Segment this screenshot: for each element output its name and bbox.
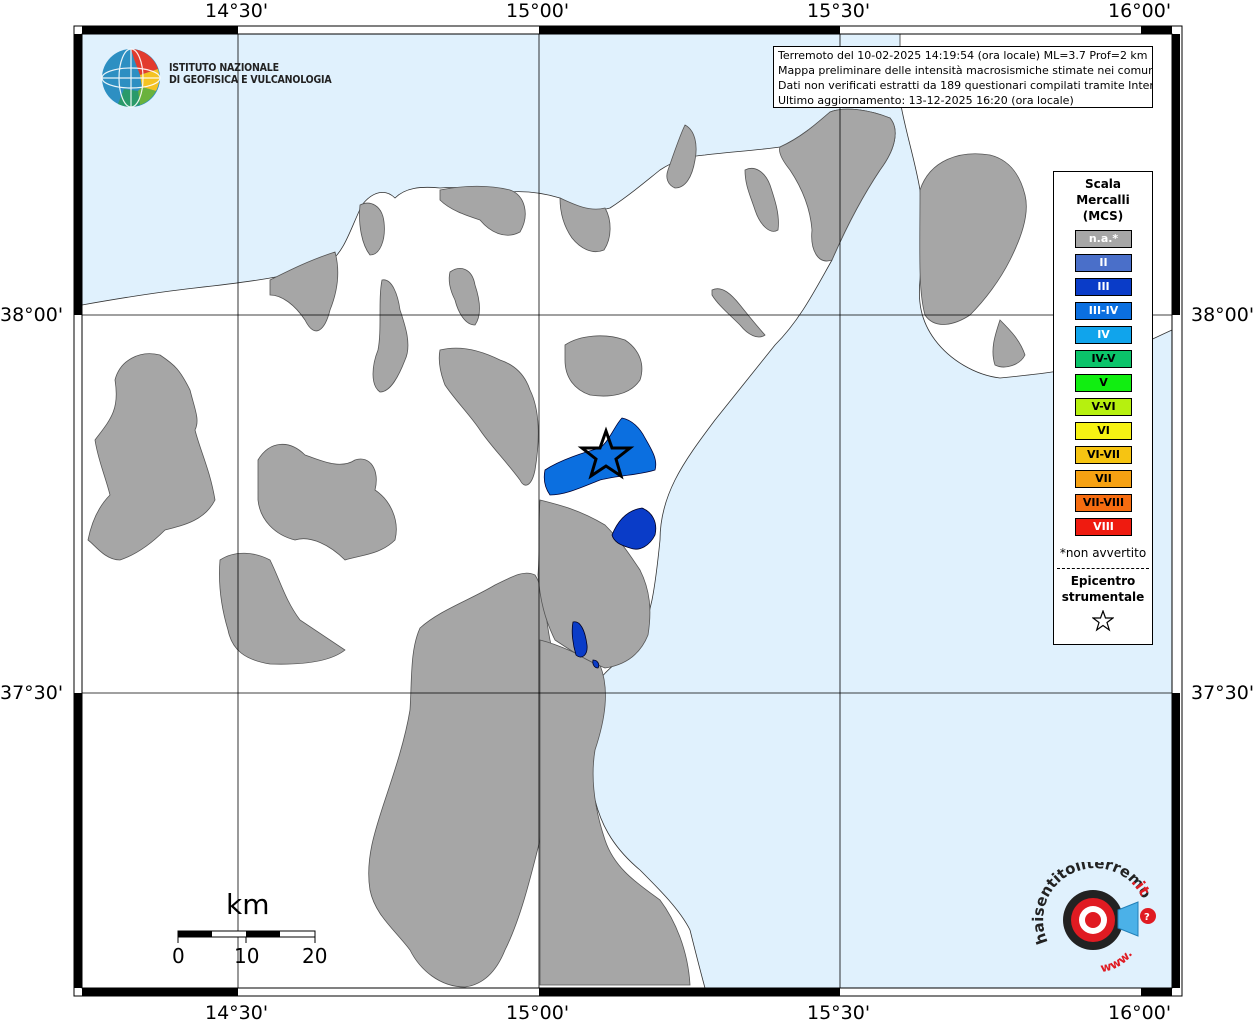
legend-note: *non avvertito — [1059, 546, 1147, 560]
lat-label-right-2: 37°30' — [1191, 682, 1255, 704]
earthquake-info-box: Terremoto del 10-02-2025 14:19:54 (ora l… — [773, 46, 1153, 108]
lon-label-top-1: 14°30' — [205, 0, 269, 22]
legend-swatch-vii: VII — [1075, 470, 1132, 488]
legend-swatch-iv-v: IV-V — [1075, 350, 1132, 368]
svg-text:?: ? — [1144, 912, 1150, 923]
legend-swatch-n-a-: n.a.* — [1075, 230, 1132, 248]
star-icon — [1092, 610, 1114, 632]
info-line-1: Terremoto del 10-02-2025 14:19:54 (ora l… — [778, 49, 1148, 62]
globe-icon — [101, 48, 161, 108]
lon-label-bottom-3: 15°30' — [807, 1002, 871, 1024]
info-line-2: Mappa preliminare delle intensità macros… — [778, 64, 1153, 77]
lon-label-top-3: 15°30' — [807, 0, 871, 22]
institute-name: ISTITUTO NAZIONALE DI GEOFISICA E VULCAN… — [169, 62, 332, 86]
legend-title-1: Scala — [1084, 177, 1122, 191]
institute-line-2: DI GEOFISICA E VULCANOLOGIA — [169, 74, 332, 86]
scale-label-0: 0 — [172, 944, 185, 968]
lat-label-left-2: 37°30' — [0, 682, 64, 704]
svg-text:www.: www. — [1099, 947, 1135, 975]
legend-swatch-ii: II — [1075, 254, 1132, 272]
lon-label-top-2: 15°00' — [506, 0, 570, 22]
scale-label-10: 10 — [234, 944, 260, 968]
lat-label-left-1: 38°00' — [0, 304, 64, 326]
haisentito-logo-graphic: ? haisentitoilterremoto .it www. — [1025, 848, 1156, 975]
legend-swatch-viii: VIII — [1075, 518, 1132, 536]
scale-unit: km — [226, 888, 270, 921]
legend-swatch-iv: IV — [1075, 326, 1132, 344]
lon-label-bottom-4: 16°00' — [1108, 1002, 1172, 1024]
legend-swatch-vi: VI — [1075, 422, 1132, 440]
legend-title-3: (MCS) — [1082, 209, 1124, 223]
legend-swatch-vi-vii: VI-VII — [1075, 446, 1132, 464]
legend-swatch-v-vi: V-VI — [1075, 398, 1132, 416]
legend-title-2: Mercalli — [1076, 193, 1130, 207]
lon-label-bottom-2: 15°00' — [506, 1002, 570, 1024]
legend-swatch-iii-iv: III-IV — [1075, 302, 1132, 320]
legend-swatch-iii: III — [1075, 278, 1132, 296]
ingv-logo: ISTITUTO NAZIONALE DI GEOFISICA E VULCAN… — [100, 47, 332, 111]
institute-line-1: ISTITUTO NAZIONALE — [169, 62, 279, 74]
legend-swatch-vii-viii: VII-VIII — [1075, 494, 1132, 512]
intensity-legend: Scala Mercalli (MCS) n.a.* II III III-IV IV I… — [1053, 171, 1153, 645]
scale-label-20: 20 — [302, 944, 328, 968]
lat-label-right-1: 38°00' — [1191, 304, 1255, 326]
epicenter-title-1: Epicentro — [1070, 574, 1136, 588]
info-line-3: Dati non verificati estratti da 189 ques… — [778, 79, 1153, 92]
legend-swatch-v: V — [1075, 374, 1132, 392]
lon-label-bottom-1: 14°30' — [205, 1002, 269, 1024]
info-line-4: Ultimo aggiornamento: 13-12-2025 16:20 (… — [778, 94, 1074, 107]
haisentito-logo: ? haisentitoilterremoto .it www. — [1025, 848, 1160, 980]
lon-label-top-4: 16°00' — [1108, 0, 1172, 22]
legend-divider — [1057, 568, 1149, 569]
epicenter-title-2: strumentale — [1061, 590, 1145, 604]
watermark-www-text: www. — [1099, 947, 1135, 975]
